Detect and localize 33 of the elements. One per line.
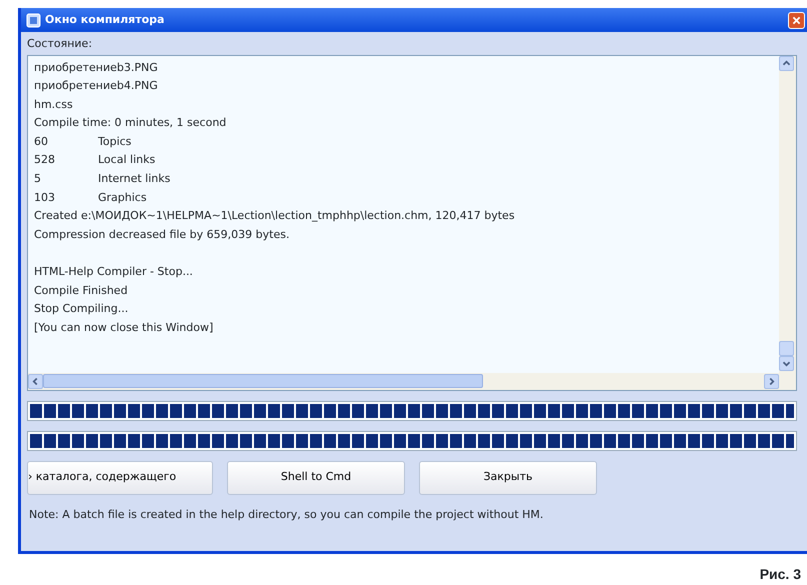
log-line: hm.css [34,98,73,111]
log-line: Compile Finished [34,284,128,297]
note-text: Note: A batch file is created in the help directory, so you can compile the project without HM. [29,508,544,520]
dialog-button[interactable]: Shell to Cmd [227,460,405,494]
stat-label: Graphics [98,190,147,204]
stat-label: Topics [98,134,132,148]
stat-count: 60 [34,134,49,150]
figure-caption: Рис. 3 [760,566,801,582]
stat-count: 528 [34,152,56,168]
log-line: приобретениеb4.PNG [34,79,158,92]
stat-label: Local links [98,153,156,166]
stat-label: Internet links [98,172,170,186]
close-icon[interactable] [788,12,805,28]
stat-count: 5 [34,171,42,188]
stat-count: 103 [34,190,56,206]
scroll-right-icon[interactable] [764,374,779,388]
scroll-thumb[interactable] [43,374,483,388]
scroll-left-icon[interactable] [28,374,43,388]
status-label: Состояние: [27,37,92,50]
scroll-up-icon[interactable] [779,56,794,70]
log-line: Stop Compiling... [34,302,128,316]
window-title: Окно компилятора [45,12,164,28]
log-line: [You can now close this Window] [34,320,214,334]
scroll-thumb[interactable] [779,341,794,356]
log-line: Compile time: 0 minutes, 1 second [34,116,226,130]
log-line: HTML-Help Compiler - Stop... [34,265,193,278]
app-icon [26,12,41,28]
scroll-down-icon[interactable] [779,356,794,372]
dialog-button[interactable]: Закрыть [419,460,597,494]
log-line: Compression decreased file by 659,039 bytes. [34,228,290,241]
log-line: приобретениеb3.PNG [34,60,158,74]
dialog-button[interactable]: › каталога, содержащего [27,460,213,494]
log-line: Created e:\МОИДОК~1\HELPMA~1\Lection\lection_tmphhp\lection.chm, 120,417 bytes [34,209,515,222]
